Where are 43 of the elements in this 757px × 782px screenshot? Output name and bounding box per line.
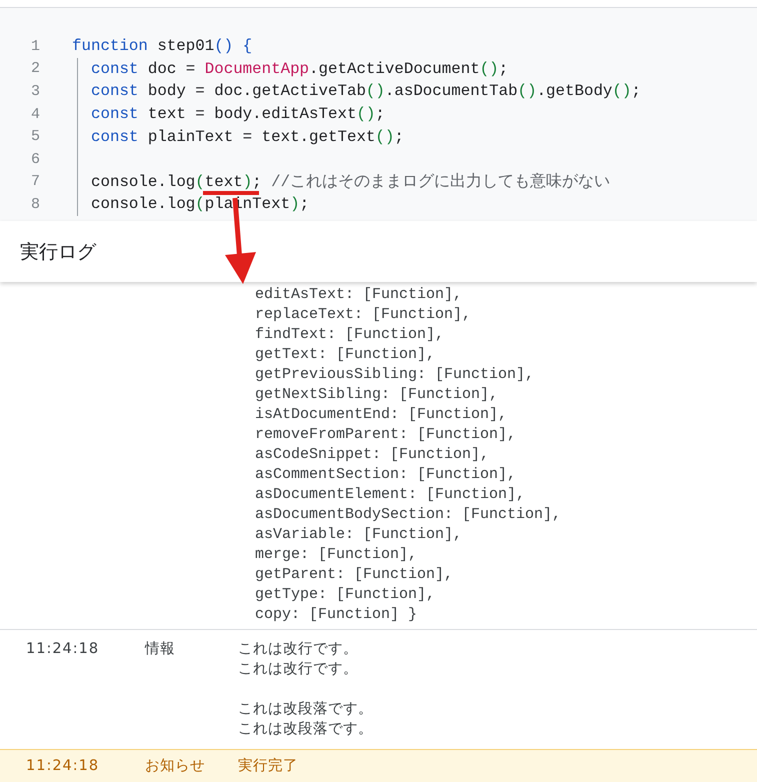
- code-line: const text = body.editAsText();: [91, 105, 385, 124]
- log-output-line: removeFromParent: [Function],: [255, 425, 518, 445]
- log-output-line: getParent: [Function],: [255, 565, 454, 585]
- line-number: 8: [30, 196, 41, 213]
- log-output-line: isAtDocumentEnd: [Function],: [255, 405, 508, 425]
- log-output-line: asVariable: [Function],: [255, 525, 464, 545]
- underline-mark: [203, 191, 259, 195]
- log-output-line: getNextSibling: [Function],: [255, 385, 500, 405]
- line-number: 6: [30, 150, 41, 168]
- log-output-line: asCommentSection: [Function],: [255, 465, 518, 485]
- code-line: const body = doc.getActiveTab().asDocumentTab().getBody();: [91, 82, 641, 100]
- line-number: 2: [30, 60, 41, 78]
- log-timestamp: 11:24:18: [26, 757, 100, 776]
- log-output-line: replaceText: [Function],: [255, 305, 472, 325]
- log-output-line: merge: [Function],: [255, 545, 418, 565]
- log-output-line: getType: [Function],: [255, 585, 436, 605]
- code-line: function step01() {: [72, 37, 252, 56]
- line-number: 1: [30, 38, 41, 55]
- log-message: これは改段落です。: [238, 700, 373, 719]
- log-output-line: editAsText: [Function],: [255, 285, 464, 305]
- log-output-line: asDocumentBodySection: [Function],: [255, 505, 562, 525]
- log-message: 実行完了: [238, 756, 298, 776]
- log-output-line: getPreviousSibling: [Function],: [255, 365, 536, 385]
- code-line: const doc = DocumentApp.getActiveDocument();: [91, 60, 508, 78]
- line-number: 7: [30, 173, 41, 190]
- log-message: これは改行です。: [238, 640, 359, 659]
- log-output-line: asDocumentElement: [Function],: [255, 485, 526, 505]
- line-number: 5: [30, 128, 41, 146]
- log-timestamp: 11:24:18: [26, 640, 100, 659]
- code-line: const plainText = text.getText();: [91, 128, 404, 146]
- log-output-line: findText: [Function],: [255, 325, 446, 345]
- log-message: これは改段落です。: [238, 720, 373, 739]
- line-number: 4: [30, 106, 41, 123]
- code-editor[interactable]: [0, 8, 757, 221]
- log-message: これは改行です。: [238, 660, 359, 679]
- panel-title: 実行ログ: [20, 240, 96, 264]
- log-level: 情報: [145, 640, 176, 659]
- log-output-line: copy: [Function] }: [255, 605, 418, 625]
- line-number: 3: [30, 82, 41, 100]
- code-line: console.log(text); //これはそのままログに出力しても意味がない: [91, 172, 610, 192]
- log-level: お知らせ: [145, 757, 206, 776]
- log-output-line: getText: [Function],: [255, 345, 436, 365]
- log-output-line: asCodeSnippet: [Function],: [255, 445, 490, 465]
